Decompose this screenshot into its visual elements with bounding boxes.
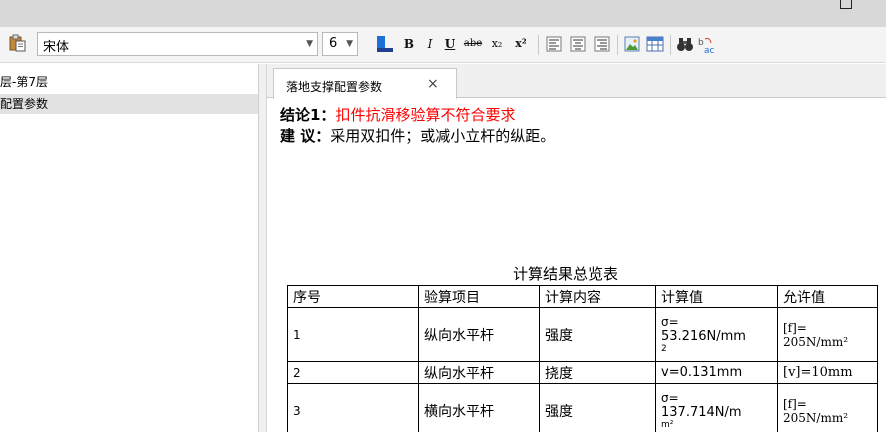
tree-item-floor[interactable]: 层-第7层 [0, 72, 258, 92]
table-row: 2 纵向水平杆 挠度 v=0.131mm [v]=10mm [287, 361, 878, 384]
project-tree-panel: 层-第7层 配置参数 [0, 64, 259, 432]
toolbar-separator [617, 35, 618, 55]
row-content: 强度 [539, 383, 656, 432]
results-table: 序号 验算项目 计算内容 计算值 允许值 1 纵向水平杆 强度 σ= 53.21… [287, 285, 878, 432]
tree-item-label: 配置参数 [0, 97, 49, 111]
row-allowed: [f]= 205N/mm² [777, 383, 878, 432]
window-titlebar [0, 0, 886, 27]
table-row: 3 横向水平杆 强度 σ= 137.714N/m m² [f]= 205N/mm… [287, 383, 878, 432]
document-area: 落地支撑配置参数 × 结论1：扣件抗滑移验算不符合要求 建 议：采用双扣件；或减… [267, 64, 886, 432]
replace-icon[interactable]: b ac [698, 36, 718, 57]
row-no: 2 [287, 361, 419, 384]
font-color-icon[interactable] [376, 35, 394, 56]
tab-support-config[interactable]: 落地支撑配置参数 × [273, 68, 457, 99]
conclusion-line: 结论1：扣件抗滑移验算不符合要求 [280, 104, 515, 125]
row-item: 纵向水平杆 [418, 307, 540, 362]
row-value: σ= 137.714N/m m² [655, 383, 778, 432]
value-line: m² [661, 420, 674, 430]
report-document: 结论1：扣件抗滑移验算不符合要求 建 议：采用双扣件；或减小立杆的纵距。 计算结… [267, 99, 886, 432]
value-line: σ= [661, 315, 679, 329]
table-row: 1 纵向水平杆 强度 σ= 53.216N/mm 2 [f]= 205N/mm² [287, 307, 878, 362]
table-icon[interactable] [646, 36, 664, 55]
toolbar-separator [538, 35, 539, 55]
binoculars-icon[interactable] [676, 36, 694, 55]
allow-line: 205N/mm² [783, 334, 849, 349]
image-icon[interactable] [624, 36, 640, 55]
value-line: σ= [661, 391, 679, 405]
panel-splitter[interactable] [259, 64, 267, 432]
strikethrough-button[interactable]: abe [462, 36, 484, 52]
superscript-button[interactable]: x² [512, 36, 530, 52]
header-cell: 允许值 [777, 285, 878, 308]
font-size-select[interactable]: 6 ▼ [322, 32, 358, 56]
paste-icon[interactable] [8, 34, 26, 55]
conclusion-text: 扣件抗滑移验算不符合要求 [335, 106, 516, 124]
tree-item-label: 层-第7层 [0, 75, 48, 89]
toolbar-separator [670, 35, 671, 55]
row-no: 1 [287, 307, 419, 362]
align-right-icon[interactable] [594, 36, 610, 55]
row-item: 横向水平杆 [418, 383, 540, 432]
allow-line: 205N/mm² [783, 410, 849, 425]
font-family-value: 宋体 [43, 40, 70, 55]
underline-button[interactable]: U [444, 36, 456, 52]
suggestion-text: 采用双扣件；或减小立杆的纵距。 [330, 127, 556, 145]
svg-text:ac: ac [704, 46, 715, 54]
value-line: 2 [661, 344, 667, 354]
row-content: 强度 [539, 307, 656, 362]
chevron-down-icon: ▼ [306, 39, 313, 49]
row-no: 3 [287, 383, 419, 432]
value-line: 137.714N/m [661, 405, 742, 420]
value-line: 53.216N/mm [661, 329, 746, 344]
allow-line: [f]= [783, 320, 807, 335]
conclusion-label: 结论1： [280, 106, 336, 124]
font-family-select[interactable]: 宋体 ▼ [37, 32, 318, 56]
suggestion-line: 建 议：采用双扣件；或减小立杆的纵距。 [280, 125, 555, 146]
align-left-icon[interactable] [546, 36, 562, 55]
table-caption: 计算结果总览表 [513, 265, 619, 283]
tree-item-config-params[interactable]: 配置参数 [0, 94, 258, 114]
align-center-icon[interactable] [570, 36, 586, 55]
row-item: 纵向水平杆 [418, 361, 540, 384]
row-allowed: [f]= 205N/mm² [777, 307, 878, 362]
chevron-down-icon: ▼ [346, 39, 353, 49]
font-size-value: 6 [329, 36, 338, 51]
header-cell: 计算内容 [539, 285, 656, 308]
row-content: 挠度 [539, 361, 656, 384]
table-header-row: 序号 验算项目 计算内容 计算值 允许值 [287, 285, 878, 308]
row-value: v=0.131mm [655, 361, 778, 384]
tab-strip: 落地支撑配置参数 × [267, 64, 886, 99]
subscript-button[interactable]: x₂ [488, 36, 506, 52]
header-cell: 序号 [287, 285, 419, 308]
allow-line: [f]= [783, 396, 807, 411]
row-value: σ= 53.216N/mm 2 [655, 307, 778, 362]
tab-label: 落地支撑配置参数 [286, 80, 383, 94]
header-cell: 计算值 [655, 285, 778, 308]
bold-button[interactable]: B [402, 36, 416, 52]
italic-button[interactable]: I [424, 36, 436, 52]
restore-window-icon[interactable] [840, 0, 852, 9]
suggestion-label: 建 议： [280, 127, 331, 145]
close-icon[interactable]: × [427, 76, 439, 92]
header-cell: 验算项目 [418, 285, 540, 308]
row-allowed: [v]=10mm [777, 361, 878, 384]
formatting-toolbar: 宋体 ▼ 6 ▼ B I U abe x₂ x² b ac [0, 27, 886, 63]
